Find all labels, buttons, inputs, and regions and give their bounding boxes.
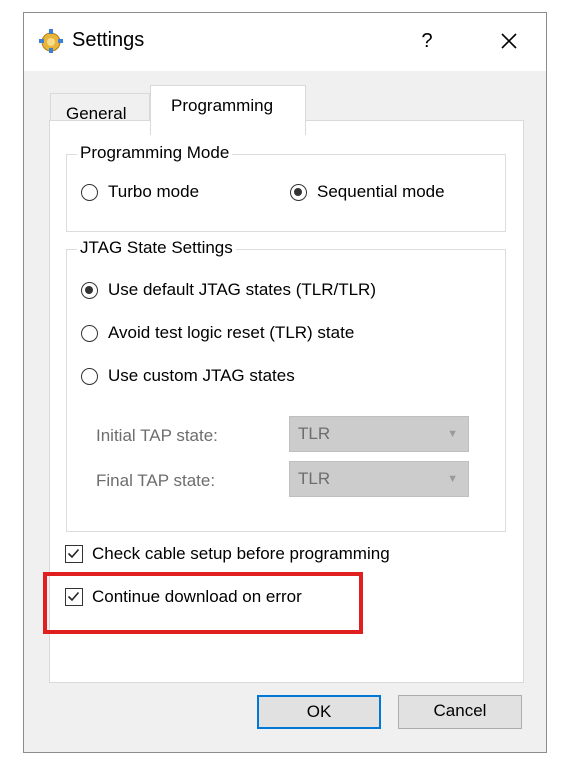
close-button[interactable] — [486, 21, 532, 61]
final-tap-state-select[interactable]: TLR ▼ — [289, 461, 469, 497]
settings-dialog: Settings ? General Programming Programmi… — [23, 12, 547, 753]
final-tap-state-value: TLR — [298, 469, 331, 488]
default-jtag-label: Use default JTAG states (TLR/TLR) — [108, 280, 376, 299]
avoid-tlr-label: Avoid test logic reset (TLR) state — [108, 323, 355, 342]
checkbox-checked[interactable] — [65, 545, 83, 563]
turbo-mode-label: Turbo mode — [108, 182, 200, 201]
checkmark-icon — [67, 548, 80, 559]
check-cable-setup-label: Check cable setup before programming — [92, 544, 390, 563]
initial-tap-state-label: Initial TAP state: — [96, 426, 218, 445]
radio-button-selected[interactable] — [290, 183, 307, 201]
sequential-mode-label: Sequential mode — [317, 182, 445, 201]
programming-mode-legend: Programming Mode — [77, 143, 233, 163]
initial-tap-state-value: TLR — [298, 424, 331, 443]
custom-jtag-radio[interactable]: Use custom JTAG states — [81, 366, 295, 386]
ok-button[interactable]: OK — [257, 695, 381, 729]
turbo-mode-radio[interactable]: Turbo mode — [81, 182, 199, 202]
initial-tap-state-select[interactable]: TLR ▼ — [289, 416, 469, 452]
highlight-box — [43, 572, 363, 634]
settings-gear-icon — [39, 29, 63, 53]
chevron-down-icon: ▼ — [447, 473, 458, 485]
avoid-tlr-radio[interactable]: Avoid test logic reset (TLR) state — [81, 323, 354, 343]
check-cable-setup-checkbox[interactable]: Check cable setup before programming — [65, 544, 390, 564]
jtag-state-settings-legend: JTAG State Settings — [77, 238, 236, 258]
custom-jtag-label: Use custom JTAG states — [108, 366, 295, 385]
jtag-state-settings-group: JTAG State Settings Use default JTAG sta… — [66, 238, 506, 532]
radio-button[interactable] — [81, 183, 98, 201]
help-button[interactable]: ? — [408, 21, 446, 61]
default-jtag-radio[interactable]: Use default JTAG states (TLR/TLR) — [81, 280, 376, 300]
radio-button[interactable] — [81, 324, 98, 342]
cancel-button[interactable]: Cancel — [398, 695, 522, 729]
programming-mode-group: Programming Mode Turbo mode Sequential m… — [66, 143, 506, 232]
radio-button-selected[interactable] — [81, 281, 98, 299]
tab-programming[interactable]: Programming — [150, 85, 306, 135]
sequential-mode-radio[interactable]: Sequential mode — [290, 182, 445, 202]
close-icon — [501, 33, 517, 49]
final-tap-state-label: Final TAP state: — [96, 471, 216, 490]
radio-button[interactable] — [81, 367, 98, 385]
title-bar: Settings ? — [24, 13, 546, 71]
dialog-title: Settings — [72, 29, 145, 51]
chevron-down-icon: ▼ — [447, 428, 458, 440]
